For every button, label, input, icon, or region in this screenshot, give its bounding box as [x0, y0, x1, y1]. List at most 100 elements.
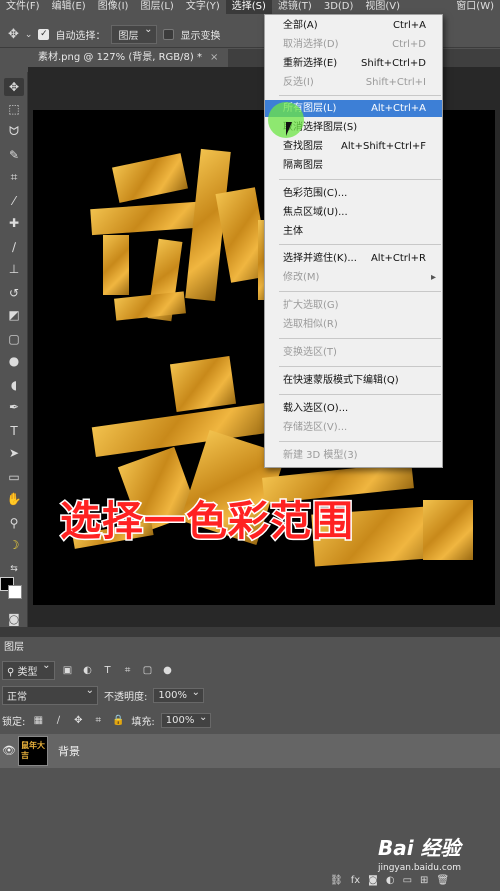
eyedropper-icon[interactable]: ⁄	[4, 192, 24, 210]
history-brush-icon[interactable]: ↺	[4, 284, 24, 302]
lock-label: 锁定:	[2, 716, 26, 728]
menu-edit[interactable]: 编辑(E)	[46, 0, 92, 14]
menu-separator	[279, 291, 441, 292]
gradient-icon[interactable]: ▢	[4, 330, 24, 348]
group-icon[interactable]: ▭	[403, 875, 412, 886]
type-icon[interactable]: T	[4, 422, 24, 440]
layer-filter-row: ⚲ 类型 ▣ ◐ T ⌗ ▢ ●	[0, 659, 500, 681]
auto-select-checkbox[interactable]: ✓	[38, 29, 50, 40]
background-color-swatch[interactable]	[8, 585, 22, 599]
crop-icon[interactable]: ⌗	[4, 168, 24, 186]
lock-artboard-icon[interactable]: ⌗	[91, 713, 105, 727]
watermark-url: jingyan.baidu.com	[378, 863, 462, 873]
auto-select-dropdown[interactable]: 图层	[111, 24, 158, 44]
dodge-icon[interactable]: ◖	[4, 376, 24, 394]
baidu-watermark: Bai 经验 jingyan.baidu.com	[378, 832, 490, 873]
image-filter-icon[interactable]: ▣	[61, 663, 75, 677]
type-filter-icon[interactable]: T	[101, 663, 115, 677]
menu-file[interactable]: 文件(F)	[0, 0, 46, 14]
menu-item-quick-mask[interactable]: 在快速蒙版模式下编辑(Q)	[265, 372, 442, 389]
menu-item-grow[interactable]: 扩大选取(G)	[265, 297, 442, 314]
gold-calligraphy-stroke	[169, 356, 237, 412]
adjustment-layer-icon[interactable]: ◐	[386, 875, 395, 886]
watermark-brand: Bai 经验	[378, 836, 461, 860]
toolbar: ✥ ⬚ ᗢ ✎ ⌗ ⁄ ✚ ∕ ⊥ ↺ ◩ ▢ ● ◖ ✒ T ➤ ▭ ✋ ⚲ …	[0, 72, 28, 632]
shape-filter-icon[interactable]: ⌗	[121, 663, 135, 677]
link-layers-icon[interactable]: ⛓	[330, 875, 343, 886]
brush-icon[interactable]: ∕	[4, 238, 24, 256]
lasso-icon[interactable]: ᗢ	[4, 122, 24, 140]
layer-filter-dropdown[interactable]: ⚲ 类型	[2, 660, 55, 680]
opacity-input[interactable]: 100%	[153, 687, 204, 703]
layers-tab[interactable]: 图层	[0, 639, 28, 657]
marquee-icon[interactable]: ⬚	[4, 100, 24, 118]
rectangle-icon[interactable]: ▭	[4, 468, 24, 486]
move-icon[interactable]: ✥	[4, 78, 24, 96]
fx-icon[interactable]: fx	[351, 875, 360, 886]
menu-item-transform-selection[interactable]: 变换选区(T)	[265, 344, 442, 361]
menu-item-isolate-layers[interactable]: 隔离图层	[265, 157, 442, 174]
quick-select-icon[interactable]: ✎	[4, 146, 24, 164]
menu-item-focus-area[interactable]: 焦点区域(U)...	[265, 204, 442, 221]
healing-brush-icon[interactable]: ✚	[4, 214, 24, 232]
menu-window[interactable]: 窗口(W)	[450, 0, 500, 14]
menu-separator	[279, 338, 441, 339]
smart-object-filter-icon[interactable]: ▢	[141, 663, 155, 677]
menu-type[interactable]: 文字(Y)	[180, 0, 226, 14]
menu-select[interactable]: 选择(S)	[225, 0, 272, 14]
lock-all-icon[interactable]: 🔒	[111, 713, 125, 727]
layers-bottom-bar: ⛓ fx ◙ ◐ ▭ ⊞ 🗑	[330, 875, 449, 886]
menu-item-subject[interactable]: 主体	[265, 223, 442, 240]
fill-input[interactable]: 100%	[160, 712, 212, 728]
lock-position-icon[interactable]: ✥	[71, 713, 85, 727]
new-layer-icon[interactable]: ⊞	[420, 875, 428, 886]
menu-separator	[279, 244, 441, 245]
hand-icon[interactable]: ✋	[4, 490, 24, 508]
document-tab[interactable]: 素材.png @ 127% (背景, RGB/8) * ×	[28, 49, 229, 67]
menu-3d[interactable]: 3D(D)	[318, 0, 360, 14]
menu-filter[interactable]: 滤镜(T)	[272, 0, 318, 14]
menu-separator	[279, 366, 441, 367]
menu-item-modify[interactable]: 修改(M) ▸	[265, 269, 442, 286]
menu-item-color-range[interactable]: 色彩范围(C)...	[265, 185, 442, 202]
eraser-icon[interactable]: ◩	[4, 306, 24, 324]
chevron-down-icon[interactable]: ⌄	[25, 30, 33, 40]
mouse-cursor-icon	[286, 122, 298, 136]
menu-image[interactable]: 图像(I)	[92, 0, 135, 14]
menu-item-select-all[interactable]: 全部(A) Ctrl+A	[265, 17, 442, 34]
menu-item-similar[interactable]: 选取相似(R)	[265, 316, 442, 333]
blend-mode-dropdown[interactable]: 正常	[2, 685, 98, 705]
stamp-icon[interactable]: ⊥	[4, 260, 24, 278]
menu-item-new-3d-model[interactable]: 新建 3D 模型(3)	[265, 447, 442, 464]
banana-icon[interactable]: ☽	[4, 536, 24, 554]
fill-label: 填充:	[131, 716, 155, 728]
path-select-icon[interactable]: ➤	[4, 444, 24, 462]
quick-mask-icon[interactable]: ◙	[4, 610, 24, 628]
swap-colors-icon[interactable]: ⇆	[4, 560, 24, 578]
trash-icon[interactable]: 🗑	[436, 875, 449, 886]
menu-separator	[279, 441, 441, 442]
menu-item-deselect[interactable]: 取消选择(D) Ctrl+D	[265, 36, 442, 53]
menu-item-inverse[interactable]: 反选(I) Shift+Ctrl+I	[265, 74, 442, 91]
menu-item-save-selection[interactable]: 存储选区(V)...	[265, 419, 442, 436]
menu-item-select-and-mask[interactable]: 选择并遮住(K)... Alt+Ctrl+R	[265, 250, 442, 267]
menu-item-load-selection[interactable]: 载入选区(O)...	[265, 400, 442, 417]
lock-transparent-icon[interactable]: ▦	[31, 713, 45, 727]
layer-row-background[interactable]: 👁 鼠年大吉 背景	[0, 734, 500, 768]
eye-icon[interactable]: 👁	[2, 744, 16, 757]
menu-item-reselect[interactable]: 重新选择(E) Shift+Ctrl+D	[265, 55, 442, 72]
lock-pixels-icon[interactable]: ∕	[51, 713, 65, 727]
menu-layer[interactable]: 图层(L)	[134, 0, 179, 14]
show-transform-checkbox[interactable]	[163, 29, 175, 40]
menu-item-find-layers[interactable]: 查找图层 Alt+Shift+Ctrl+F	[265, 138, 442, 155]
move-tool-icon[interactable]: ✥	[8, 27, 19, 42]
menu-view[interactable]: 视图(V)	[359, 0, 406, 14]
panel-divider	[0, 627, 500, 637]
filter-toggle-icon[interactable]: ●	[161, 663, 175, 677]
close-icon[interactable]: ×	[210, 52, 218, 63]
zoom-icon[interactable]: ⚲	[4, 514, 24, 532]
layer-mask-icon[interactable]: ◙	[368, 875, 378, 886]
adjustment-filter-icon[interactable]: ◐	[81, 663, 95, 677]
blur-icon[interactable]: ●	[4, 352, 24, 370]
pen-icon[interactable]: ✒	[4, 398, 24, 416]
